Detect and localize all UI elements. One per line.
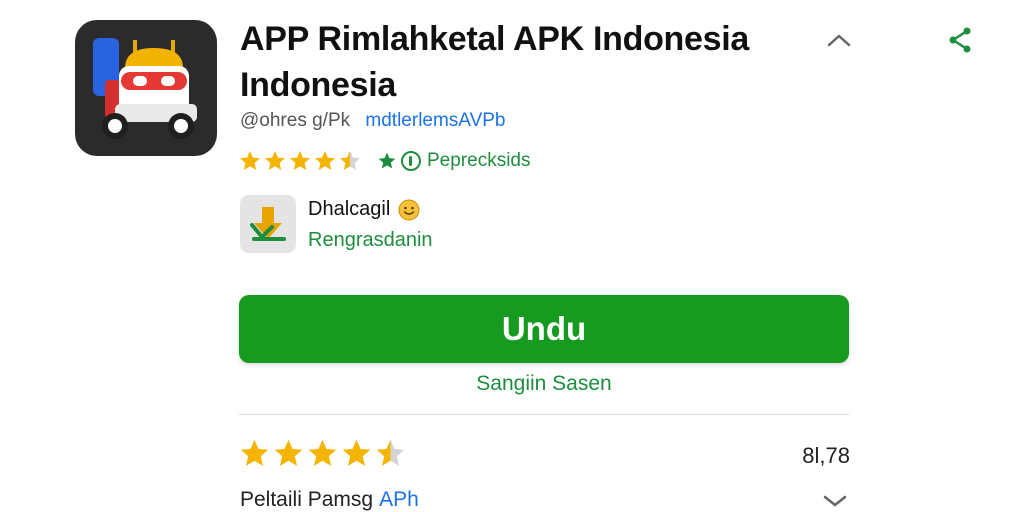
star-icon: [290, 151, 310, 170]
star-icon: [265, 151, 285, 170]
star-icon: [240, 439, 269, 466]
app-title: APP Rimlahketal APK Indonesia Indonesia: [240, 20, 750, 104]
rating-stars: [238, 149, 363, 173]
star-icon: [340, 151, 360, 170]
installer-icon: [240, 195, 296, 253]
expand-chevron-down-icon[interactable]: [820, 492, 850, 510]
star-icon: [376, 439, 405, 466]
developer-handle: @ohres g/Pk: [240, 110, 351, 131]
rating-score: 8l,78: [802, 443, 850, 468]
rating-row: Peprecksids: [238, 147, 531, 175]
star-icon: [308, 439, 337, 466]
download-button[interactable]: Undu: [239, 295, 849, 363]
star-icon: [240, 151, 260, 170]
badge-label: Peprecksids: [427, 150, 531, 171]
star-icon: [274, 439, 303, 466]
smiley-icon: [398, 199, 420, 220]
editor-badge: Peprecksids: [377, 150, 531, 172]
developer-row: @ohres g/Pk mdtlerlemsAVPb: [240, 110, 506, 132]
star-icon: [315, 151, 335, 170]
divider: [239, 414, 849, 415]
installer-name: Dhalcagil: [308, 198, 391, 220]
details-row[interactable]: Peltaili Pamsg APh: [240, 488, 419, 512]
star-icon: [342, 439, 371, 466]
details-link[interactable]: APh: [379, 488, 419, 511]
collapse-chevron-up-icon[interactable]: [824, 28, 854, 52]
badge-star-icon: [378, 152, 396, 169]
share-icon[interactable]: [944, 24, 976, 56]
secondary-link[interactable]: Sangiin Sasen: [239, 372, 849, 396]
summary-rating-stars: [238, 437, 408, 470]
developer-link[interactable]: mdtlerlemsAVPb: [365, 110, 505, 131]
installer-name-row: Dhalcagil: [308, 198, 420, 221]
installer-status: Rengrasdanin: [308, 229, 433, 251]
robot-app-logo-icon: [93, 38, 197, 139]
app-icon: [75, 20, 217, 156]
info-icon: [401, 151, 421, 171]
download-arrow-icon: [250, 207, 286, 241]
details-label: Peltaili Pamsg: [240, 488, 374, 511]
